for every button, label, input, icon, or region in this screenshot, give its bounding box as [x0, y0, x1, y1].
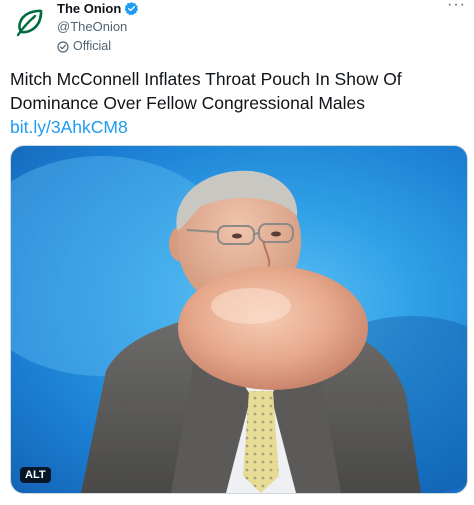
tweet-image[interactable]: ALT	[10, 145, 468, 494]
name-row: The Onion	[57, 0, 139, 17]
verified-badge-icon	[124, 1, 139, 16]
display-name[interactable]: The Onion	[57, 0, 121, 17]
onion-logo-icon	[16, 9, 43, 37]
affiliation-label: Official	[73, 39, 111, 53]
author-block: The Onion @TheOnion Official	[57, 0, 139, 55]
photo-illustration	[11, 156, 467, 493]
official-check-icon	[57, 40, 69, 53]
handle[interactable]: @TheOnion	[57, 18, 139, 35]
tweet-text: Mitch McConnell Inflates Throat Pouch In…	[10, 69, 402, 113]
avatar[interactable]	[10, 3, 48, 41]
more-options-button[interactable]: ···	[447, 0, 466, 14]
tweet-link[interactable]: bit.ly/3AhkCM8	[10, 115, 465, 139]
tweet-text-block: Mitch McConnell Inflates Throat Pouch In…	[10, 67, 465, 139]
affiliation-row: Official	[57, 38, 139, 55]
alt-text-button[interactable]: ALT	[20, 467, 51, 483]
